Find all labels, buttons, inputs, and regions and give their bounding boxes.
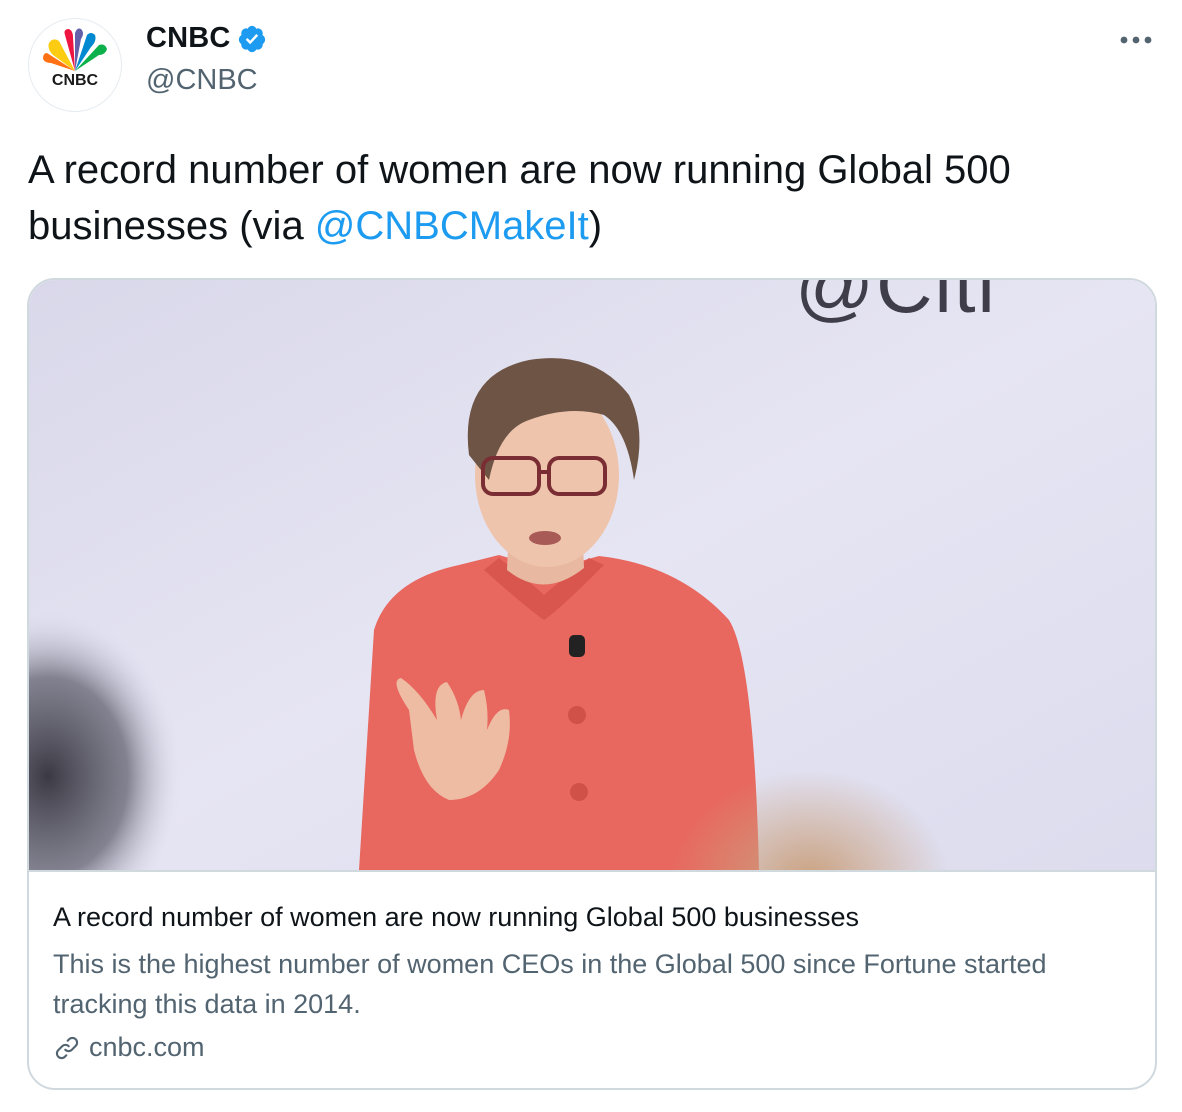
card-domain-text: cnbc.com	[89, 1032, 205, 1062]
tweet-text-tail: )	[588, 204, 603, 248]
card-image[interactable]: @Citi	[29, 280, 1155, 870]
card-body[interactable]: A record number of women are now running…	[29, 870, 1155, 1088]
avatar[interactable]: CNBC	[28, 18, 122, 112]
handle[interactable]: @CNBC	[146, 64, 258, 97]
avatar-logo-text: CNBC	[52, 72, 99, 89]
name-row: CNBC	[146, 22, 267, 55]
link-card[interactable]: @Citi A record number of women are now r…	[27, 278, 1157, 1090]
more-options-icon	[1120, 36, 1152, 44]
tweet-text: A record number of women are now running…	[28, 142, 1148, 254]
card-title: A record number of women are now running…	[53, 902, 859, 932]
tweet: CNBC CNBC @CNBC A record number of women…	[0, 0, 1182, 1112]
more-options-button[interactable]	[1116, 22, 1156, 58]
card-image-backdrop-text: @Citi	[795, 278, 997, 329]
link-icon	[55, 1036, 79, 1059]
verified-badge-icon	[237, 24, 267, 54]
cnbc-peacock-logo-icon: CNBC	[43, 28, 107, 89]
card-photo	[29, 280, 1155, 870]
card-description: This is the highest number of women CEOs…	[53, 949, 1047, 1019]
card-domain: cnbc.com	[53, 1032, 205, 1063]
display-name[interactable]: CNBC	[146, 22, 231, 55]
mention-link[interactable]: @CNBCMakeIt	[315, 204, 589, 248]
